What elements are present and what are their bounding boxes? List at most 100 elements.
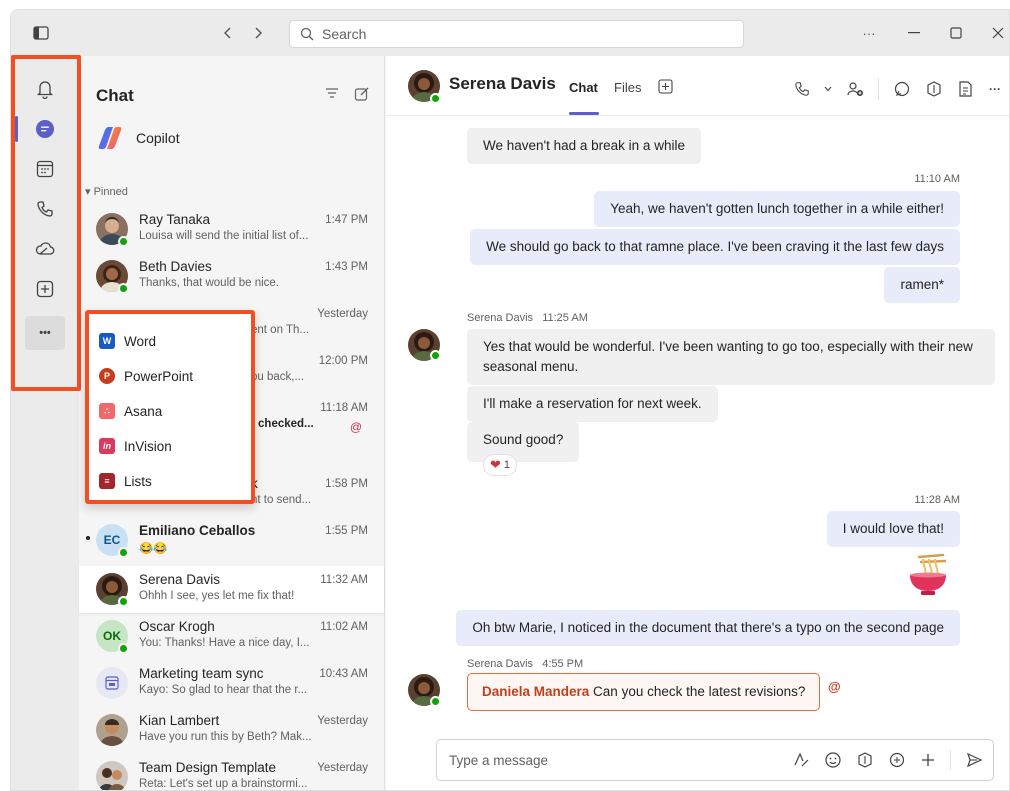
add-people-icon[interactable] <box>846 80 864 98</box>
online-status-icon <box>118 547 129 558</box>
more-options-icon[interactable]: ··· <box>857 22 881 44</box>
message-composer[interactable]: Type a message <box>436 739 994 781</box>
call-phone-icon[interactable] <box>794 81 810 97</box>
notes-add-icon[interactable] <box>957 80 975 98</box>
chat-time: 10:43 AM <box>319 668 368 680</box>
format-pen-icon[interactable] <box>792 751 810 769</box>
teams-window: Search ··· ••• Chat Copilot ▾ Pinned Ray… <box>10 9 1010 791</box>
maximize-icon[interactable] <box>944 22 968 44</box>
composer-actions <box>792 750 983 770</box>
message-outgoing: ramen* <box>884 267 960 303</box>
chat-name: Emiliano Ceballos <box>139 523 256 538</box>
chat-name: Serena Davis <box>139 572 221 587</box>
loop-components-icon[interactable] <box>925 80 943 98</box>
message-meta: Serena Davis 11:25 AM <box>467 312 588 324</box>
chat-name: Ray Tanaka <box>139 212 211 227</box>
chat-loop-icon[interactable] <box>893 80 911 98</box>
chat-row-beth-davies[interactable]: Beth Davies Thanks, that would be nice. … <box>79 253 384 300</box>
chat-time: 11:18 AM <box>320 402 368 414</box>
mention-at-icon: @ <box>349 420 362 434</box>
app-item-powerpoint[interactable]: P PowerPoint <box>99 363 193 389</box>
composer-placeholder: Type a message <box>449 753 549 768</box>
chat-name: Oscar Krogh <box>139 619 215 634</box>
copilot-icon <box>98 127 122 149</box>
chat-list-actions <box>324 86 370 102</box>
forward-arrow-icon[interactable] <box>246 22 270 44</box>
chat-row-ray-tanaka[interactable]: Ray Tanaka Louisa will send the initial … <box>79 206 384 253</box>
search-placeholder: Search <box>322 26 367 42</box>
app-item-lists[interactable]: ≡ Lists <box>99 468 152 494</box>
chat-row-kian-lambert[interactable]: Kian Lambert Have you run this by Beth? … <box>79 707 384 754</box>
chat-preview: Louisa will send the initial list of... <box>139 230 309 242</box>
invision-icon: in <box>99 438 115 454</box>
minimize-icon[interactable] <box>902 22 926 44</box>
send-icon[interactable] <box>965 751 983 769</box>
message-line: Yes that would be wonderful. I've been w… <box>483 339 973 354</box>
powerpoint-icon: P <box>99 368 115 384</box>
chat-name: Beth Davies <box>139 259 212 274</box>
chat-preview: Thanks, that would be nice. <box>139 277 279 289</box>
add-tab-icon[interactable] <box>658 79 673 97</box>
online-status-icon <box>430 696 441 707</box>
chat-preview: ent on Th... <box>251 324 309 336</box>
word-icon: W <box>99 333 115 349</box>
message-incoming: Sound good? <box>467 422 580 462</box>
tab-chat[interactable]: Chat <box>569 80 598 95</box>
ramen-bowl-icon <box>905 553 951 599</box>
rail-highlight-outline <box>11 55 81 391</box>
chat-time: 1:47 PM <box>325 214 368 226</box>
online-status-icon <box>118 236 129 247</box>
chat-time: 11:02 AM <box>320 621 368 633</box>
online-status-icon <box>430 350 441 361</box>
unread-dot-icon <box>86 536 90 540</box>
new-chat-compose-icon[interactable] <box>354 86 370 102</box>
active-tab-indicator <box>569 112 599 115</box>
lists-icon: ≡ <box>99 473 115 489</box>
chat-row-oscar-krogh[interactable]: OK Oscar Krogh You: Thanks! Have a nice … <box>79 613 384 660</box>
chat-row-serena-davis[interactable]: Serena Davis Ohhh I see, yes let me fix … <box>79 566 384 613</box>
app-label: PowerPoint <box>124 368 194 384</box>
conversation-pane: Serena Davis Chat Files ··· We haven't h… <box>386 56 1009 790</box>
timestamp: 11:10 AM <box>914 173 960 185</box>
copilot-item[interactable]: Copilot <box>96 126 180 150</box>
emoji-icon[interactable] <box>824 751 842 769</box>
chevron-down-icon[interactable] <box>824 86 832 92</box>
chat-preview: Ohhh I see, yes let me fix that! <box>139 590 295 602</box>
chat-time: Yesterday <box>317 715 368 727</box>
heart-reaction[interactable]: ❤ 1 <box>483 454 518 476</box>
copilot-label: Copilot <box>136 130 180 146</box>
app-label: Asana <box>124 403 163 419</box>
chat-list-title: Chat <box>96 86 134 105</box>
chat-name: Team Design Template <box>139 760 277 775</box>
online-status-icon <box>118 596 129 607</box>
pinned-section-header[interactable]: ▾ Pinned <box>85 185 128 198</box>
chat-name: Marketing team sync <box>139 666 264 681</box>
chat-row-marketing-team-sync[interactable]: Marketing team sync Kayo: So glad to hea… <box>79 660 384 707</box>
sidebar-toggle-icon[interactable] <box>29 22 53 44</box>
loop-components-icon[interactable] <box>856 751 874 769</box>
add-plus-icon[interactable] <box>920 752 936 768</box>
tab-files[interactable]: Files <box>614 80 641 95</box>
app-item-asana[interactable]: ∴ Asana <box>99 398 162 424</box>
chat-row-team-design-template[interactable]: Team Design Template Reta: Let's set up … <box>79 754 384 790</box>
chat-preview: You: Thanks! Have a nice day, I... <box>139 637 310 649</box>
message-outgoing: I would love that! <box>826 511 960 547</box>
message-outgoing: Oh btw Marie, I noticed in the document … <box>456 610 960 646</box>
composer-divider <box>950 750 951 770</box>
more-options-icon[interactable]: ··· <box>989 82 1001 96</box>
chat-preview: Kayo: So glad to hear that the r... <box>139 684 308 696</box>
close-icon[interactable] <box>986 22 1009 44</box>
chat-row-emiliano-ceballos[interactable]: EC Emiliano Ceballos 😂😂 1:55 PM <box>79 517 384 564</box>
back-arrow-icon[interactable] <box>216 22 240 44</box>
search-input[interactable]: Search <box>289 20 744 48</box>
message-list: We haven't had a break in a while 11:10 … <box>386 116 1009 716</box>
group-avatar <box>96 761 128 790</box>
message-outgoing: We should go back to that ramne place. I… <box>470 229 960 265</box>
mention-tag[interactable]: Daniela Mandera <box>482 684 589 699</box>
app-item-word[interactable]: W Word <box>99 328 156 354</box>
app-item-invision[interactable]: in InVision <box>99 433 172 459</box>
filter-icon[interactable] <box>324 86 340 100</box>
online-status-icon <box>118 283 129 294</box>
copilot-chat-icon[interactable] <box>888 751 906 769</box>
asana-icon: ∴ <box>99 403 115 419</box>
